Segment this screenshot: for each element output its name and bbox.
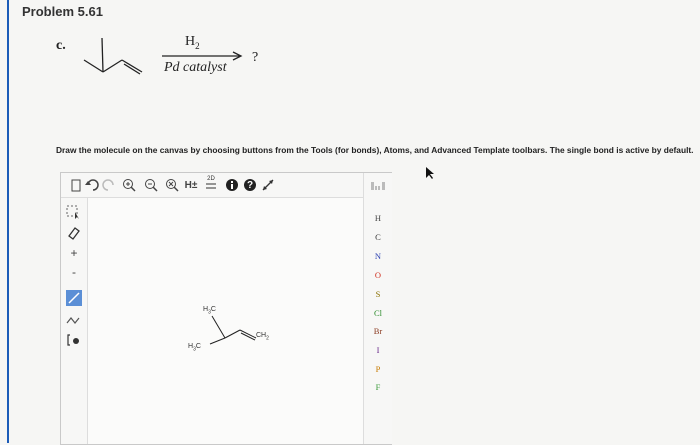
atoms-toolbar: H C N O S Cl Br I P F	[363, 173, 392, 444]
editor-tools-toolbar: + -	[61, 198, 88, 444]
atom-button-br[interactable]: Br	[364, 326, 392, 336]
info-icon[interactable]	[224, 177, 240, 193]
increase-charge-icon[interactable]: +	[66, 245, 82, 261]
reactant-bond	[83, 59, 104, 73]
decrease-charge-icon[interactable]: -	[66, 264, 82, 280]
reactant-double-bond	[121, 59, 143, 73]
eraser-tool-icon[interactable]	[66, 225, 82, 241]
templates-icon[interactable]	[66, 332, 82, 348]
periodic-table-icon[interactable]	[370, 178, 386, 194]
ch2-label: CH2	[256, 332, 269, 342]
product-unknown: ?	[252, 50, 259, 65]
reagent-catalyst: Pd catalyst	[164, 60, 227, 75]
instruction-text: Draw the molecule on the canvas by choos…	[56, 145, 694, 155]
drawing-canvas[interactable]: H3C CH2 H3C	[88, 198, 363, 444]
atom-button-s[interactable]: S	[364, 289, 392, 299]
reactant-bond	[102, 59, 123, 73]
single-bond-tool-icon[interactable]	[66, 290, 82, 306]
redo-icon[interactable]	[101, 177, 117, 193]
reactant-bond	[101, 37, 104, 73]
atom-button-h[interactable]: H	[364, 213, 392, 223]
show-hydrogens-button[interactable]: H±	[182, 177, 200, 193]
atom-button-f[interactable]: F	[364, 382, 392, 392]
molecule-bond	[211, 315, 226, 339]
zoom-out-icon[interactable]	[143, 177, 159, 193]
h3c-label-bottom: H3C	[188, 343, 201, 353]
atom-button-n[interactable]: N	[364, 251, 392, 261]
chain-tool-icon[interactable]	[66, 312, 82, 328]
atom-button-i[interactable]: I	[364, 345, 392, 355]
select-tool-icon[interactable]	[66, 204, 82, 220]
atom-button-o[interactable]: O	[364, 270, 392, 280]
undo-icon[interactable]	[84, 177, 100, 193]
drawn-molecule	[209, 315, 257, 345]
zoom-reset-icon[interactable]	[164, 177, 180, 193]
clean-2d-button[interactable]: 2D	[203, 176, 219, 192]
reaction-scheme	[83, 37, 243, 75]
reagent-hydrogen: H2	[185, 34, 200, 51]
mouse-cursor-icon	[426, 167, 434, 179]
atom-button-p[interactable]: P	[364, 364, 392, 374]
molecule-bond	[209, 337, 226, 345]
h3c-label-top: H3C	[203, 306, 216, 316]
expand-icon[interactable]	[260, 177, 276, 193]
atom-button-cl[interactable]: Cl	[364, 308, 392, 318]
molecule-editor: H± 2D ? + - H C N O S Cl Br I P F H3C CH…	[60, 172, 392, 445]
new-document-icon[interactable]	[68, 177, 84, 193]
zoom-in-icon[interactable]	[121, 177, 137, 193]
atom-button-c[interactable]: C	[364, 232, 392, 242]
molecule-bond	[224, 329, 241, 339]
editor-top-toolbar: H± 2D ?	[61, 173, 391, 198]
help-icon[interactable]: ?	[242, 177, 258, 193]
